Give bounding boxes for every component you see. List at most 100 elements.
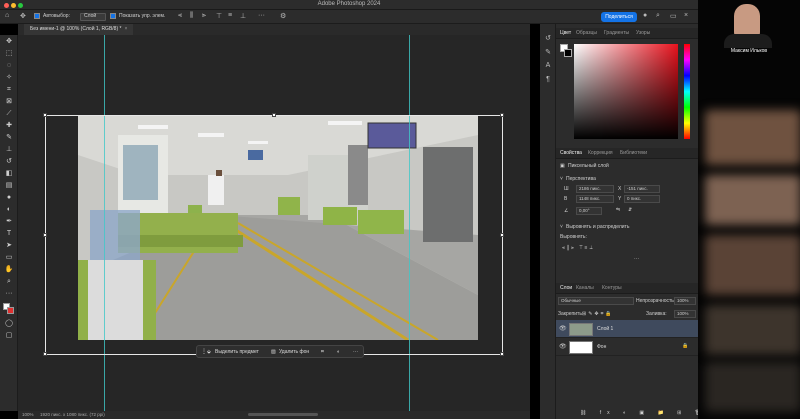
- healing-icon[interactable]: ✚: [3, 121, 15, 131]
- character-icon[interactable]: A: [543, 62, 553, 72]
- tab-paths[interactable]: Контуры: [602, 285, 622, 291]
- remove-bg-icon[interactable]: ▨: [271, 348, 276, 356]
- quick-mask-icon[interactable]: ◯: [3, 319, 15, 329]
- tab-swatches[interactable]: Образцы: [576, 30, 597, 36]
- brush-settings-icon[interactable]: ✎: [543, 48, 553, 58]
- type-icon[interactable]: T: [3, 229, 15, 239]
- section-transform[interactable]: Перспектива: [566, 176, 596, 182]
- tab-adjustments[interactable]: Коррекция: [588, 150, 613, 156]
- move-icon[interactable]: ✥: [3, 37, 15, 47]
- section-align[interactable]: Выровнять и распределить: [566, 224, 629, 230]
- tab-channels[interactable]: Каналы: [576, 285, 594, 291]
- window-close-icon[interactable]: ×: [684, 12, 688, 19]
- tab-patterns[interactable]: Узоры: [636, 30, 650, 36]
- document-tab[interactable]: Без имени-1 @ 100% (Слой 1, RGB/8) * ×: [24, 24, 134, 35]
- y-field[interactable]: 0 пикс.: [624, 195, 660, 203]
- lock-icon[interactable]: 🔒: [682, 343, 688, 349]
- adjust-icon[interactable]: ◐: [337, 348, 340, 356]
- blur-icon[interactable]: ●: [3, 193, 15, 203]
- opacity-field[interactable]: 100%: [674, 297, 696, 305]
- brush-icon[interactable]: ✎: [3, 133, 15, 143]
- eye-icon[interactable]: 👁: [559, 343, 567, 350]
- tab-gradients[interactable]: Градиенты: [604, 30, 629, 36]
- zoom-icon[interactable]: ⌕: [3, 277, 15, 287]
- dodge-icon[interactable]: ◐: [3, 205, 15, 215]
- section-transform-chevron-icon[interactable]: ˅: [560, 176, 563, 182]
- align-center-icon[interactable]: ⫼: [190, 12, 193, 20]
- pen-icon[interactable]: ✒: [3, 217, 15, 227]
- transform-handle-right[interactable]: [500, 233, 504, 237]
- eyedropper-icon[interactable]: ⟋: [3, 109, 15, 119]
- transform-handle-bottom-right[interactable]: [500, 352, 504, 356]
- align-left-icon[interactable]: ⫷: [178, 12, 182, 20]
- zoom-level[interactable]: 100%: [22, 412, 34, 417]
- workspace-icon[interactable]: ▭: [670, 12, 677, 20]
- screen-mode-icon[interactable]: ▢: [3, 331, 15, 341]
- close-icon[interactable]: ×: [124, 26, 127, 32]
- background-swatch[interactable]: [564, 49, 572, 57]
- select-subject-button[interactable]: Выделить предмет: [215, 348, 259, 356]
- flip-vertical-icon[interactable]: ⇵: [628, 207, 632, 213]
- layer-row-layer1[interactable]: 👁 Слой 1: [556, 320, 698, 338]
- more-icon[interactable]: ···: [634, 256, 639, 262]
- marquee-icon[interactable]: ⬚: [3, 49, 15, 59]
- layer-name[interactable]: Слой 1: [597, 326, 613, 332]
- align-right-icon[interactable]: ⫸: [202, 12, 206, 20]
- tab-layers[interactable]: Слои: [560, 285, 572, 291]
- background-color[interactable]: [7, 307, 14, 314]
- frame-icon[interactable]: ⊠: [3, 97, 15, 107]
- select-subject-icon[interactable]: ⬙: [207, 348, 211, 356]
- stamp-icon[interactable]: ⊥: [3, 145, 15, 155]
- transform-handle-top[interactable]: [272, 113, 276, 117]
- tab-color[interactable]: Цвет: [560, 30, 571, 36]
- crop-icon[interactable]: ⌗: [3, 85, 15, 95]
- more-button[interactable]: ···: [353, 348, 358, 356]
- hue-slider[interactable]: [684, 44, 690, 139]
- align-top-icon[interactable]: ⊤: [216, 12, 222, 20]
- gradient-icon[interactable]: ▤: [3, 181, 15, 191]
- blend-mode-select[interactable]: Обычные: [558, 297, 634, 305]
- flip-horizontal-icon[interactable]: ⇋: [616, 207, 620, 213]
- transform-handle-bottom-left[interactable]: [43, 352, 47, 356]
- canvas-area[interactable]: ⋮ ⬙ Выделить предмет ▨ Удалить фон ⌗ ◐ ·…: [18, 35, 530, 411]
- more-options-icon[interactable]: ···: [258, 12, 265, 19]
- section-align-chevron-icon[interactable]: ˅: [560, 224, 563, 230]
- shape-icon[interactable]: ▭: [3, 253, 15, 263]
- width-field[interactable]: 2186 пикс.: [576, 185, 614, 193]
- angle-field[interactable]: 0,00°: [576, 207, 602, 215]
- move-tool-icon[interactable]: ✥: [20, 12, 26, 20]
- color-picker-field[interactable]: [574, 44, 678, 139]
- eraser-icon[interactable]: ◧: [3, 169, 15, 179]
- hand-icon[interactable]: ✋: [3, 265, 15, 275]
- eye-icon[interactable]: 👁: [559, 325, 567, 332]
- tab-properties[interactable]: Свойства: [560, 150, 582, 156]
- lock-icons[interactable]: ⊞✎✥⌗🔒: [582, 311, 614, 317]
- fill-field[interactable]: 100%: [674, 310, 696, 318]
- share-button[interactable]: Поделиться: [601, 12, 637, 22]
- gear-icon[interactable]: ⚙: [280, 12, 286, 20]
- paragraph-icon[interactable]: ¶: [543, 76, 553, 86]
- autoselect-checkbox[interactable]: [34, 13, 40, 19]
- search-icon[interactable]: ⌕: [656, 12, 660, 20]
- transform-bounding-box[interactable]: [43, 113, 504, 356]
- transform-handle-top-left[interactable]: [43, 113, 47, 117]
- x-field[interactable]: -151 пикс.: [624, 185, 660, 193]
- history-brush-icon[interactable]: ↺: [3, 157, 15, 167]
- lasso-icon[interactable]: ◌: [3, 61, 15, 71]
- more-tools-icon[interactable]: ···: [3, 289, 15, 299]
- path-select-icon[interactable]: ➤: [3, 241, 15, 251]
- magic-wand-icon[interactable]: ✧: [3, 73, 15, 83]
- align-bottom-icon[interactable]: ⊥: [240, 12, 246, 20]
- layer-row-background[interactable]: 👁 Фон 🔒: [556, 338, 698, 356]
- layer-actions-bar[interactable]: ⛓ fx ◐ ▣ 📁 ⊞ 🗑: [580, 410, 707, 416]
- tab-libraries[interactable]: Библиотеки: [620, 150, 647, 156]
- transform-icon[interactable]: ⌗: [321, 348, 324, 356]
- home-icon[interactable]: ⌂: [5, 12, 9, 19]
- history-icon[interactable]: ↺: [543, 34, 553, 44]
- horizontal-scrollbar[interactable]: [248, 413, 318, 416]
- transform-handle-left[interactable]: [43, 233, 47, 237]
- show-controls-checkbox[interactable]: [110, 13, 116, 19]
- remove-bg-button[interactable]: Удалить фон: [279, 348, 309, 356]
- align-middle-icon[interactable]: ≡: [228, 12, 232, 19]
- align-buttons[interactable]: ⫷⫼⫸ ⊤≡⊥: [562, 245, 595, 251]
